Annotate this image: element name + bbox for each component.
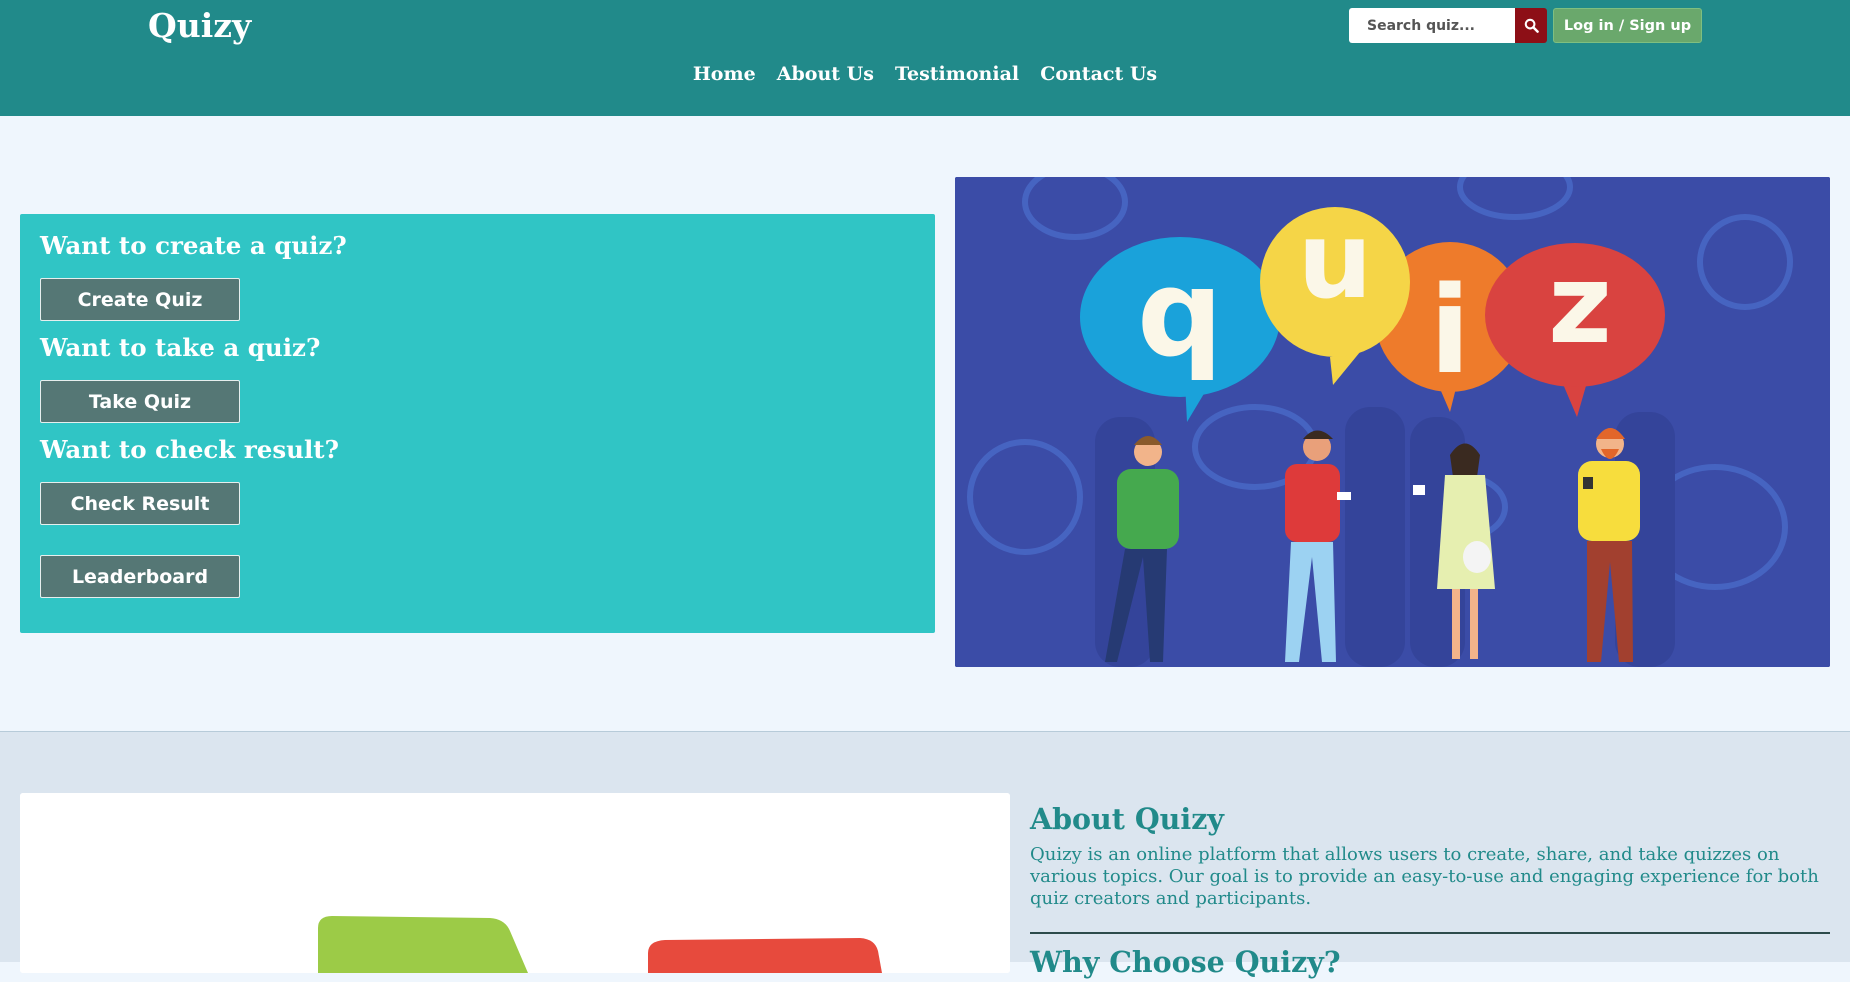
main-nav: Home About Us Testimonial Contact Us [0,58,1850,90]
quiz-illustration-art: q u i z [955,177,1830,667]
about-illustration-art [20,793,1010,973]
nav-testimonial[interactable]: Testimonial [895,58,1019,90]
quiz-illustration: q u i z [955,177,1830,667]
take-quiz-heading: Want to take a quiz? [40,333,321,362]
nav-home[interactable]: Home [693,58,756,90]
check-result-heading: Want to check result? [40,435,339,464]
letter-u: u [1298,200,1373,322]
leaderboard-button[interactable]: Leaderboard [40,555,240,598]
about-description: Quizy is an online platform that allows … [1030,844,1819,909]
search-icon [1524,18,1539,33]
about-illustration [20,793,1010,973]
about-title: About Quizy [1030,802,1224,836]
why-choose-title: Why Choose Quizy? [1030,945,1341,979]
search-bar [1349,8,1547,43]
about-section: About Quizy Quizy is an online platform … [0,731,1850,979]
letter-i: i [1429,262,1470,401]
check-result-button[interactable]: Check Result [40,482,240,525]
about-divider [1030,932,1830,934]
take-quiz-button[interactable]: Take Quiz [40,380,240,423]
create-quiz-heading: Want to create a quiz? [40,231,347,260]
site-logo[interactable]: Quizy [148,4,251,48]
create-quiz-button[interactable]: Create Quiz [40,278,240,321]
site-header: Quizy Log in / Sign up Home About Us Tes… [0,0,1850,116]
letter-z: z [1548,240,1612,368]
nav-contact-us[interactable]: Contact Us [1040,58,1157,90]
quiz-actions-panel: Want to create a quiz? Create Quiz Want … [20,214,935,633]
search-button[interactable] [1515,8,1547,43]
letter-q: q [1137,245,1223,384]
nav-about-us[interactable]: About Us [777,58,874,90]
search-input[interactable] [1349,8,1515,43]
login-signup-button[interactable]: Log in / Sign up [1553,8,1702,43]
